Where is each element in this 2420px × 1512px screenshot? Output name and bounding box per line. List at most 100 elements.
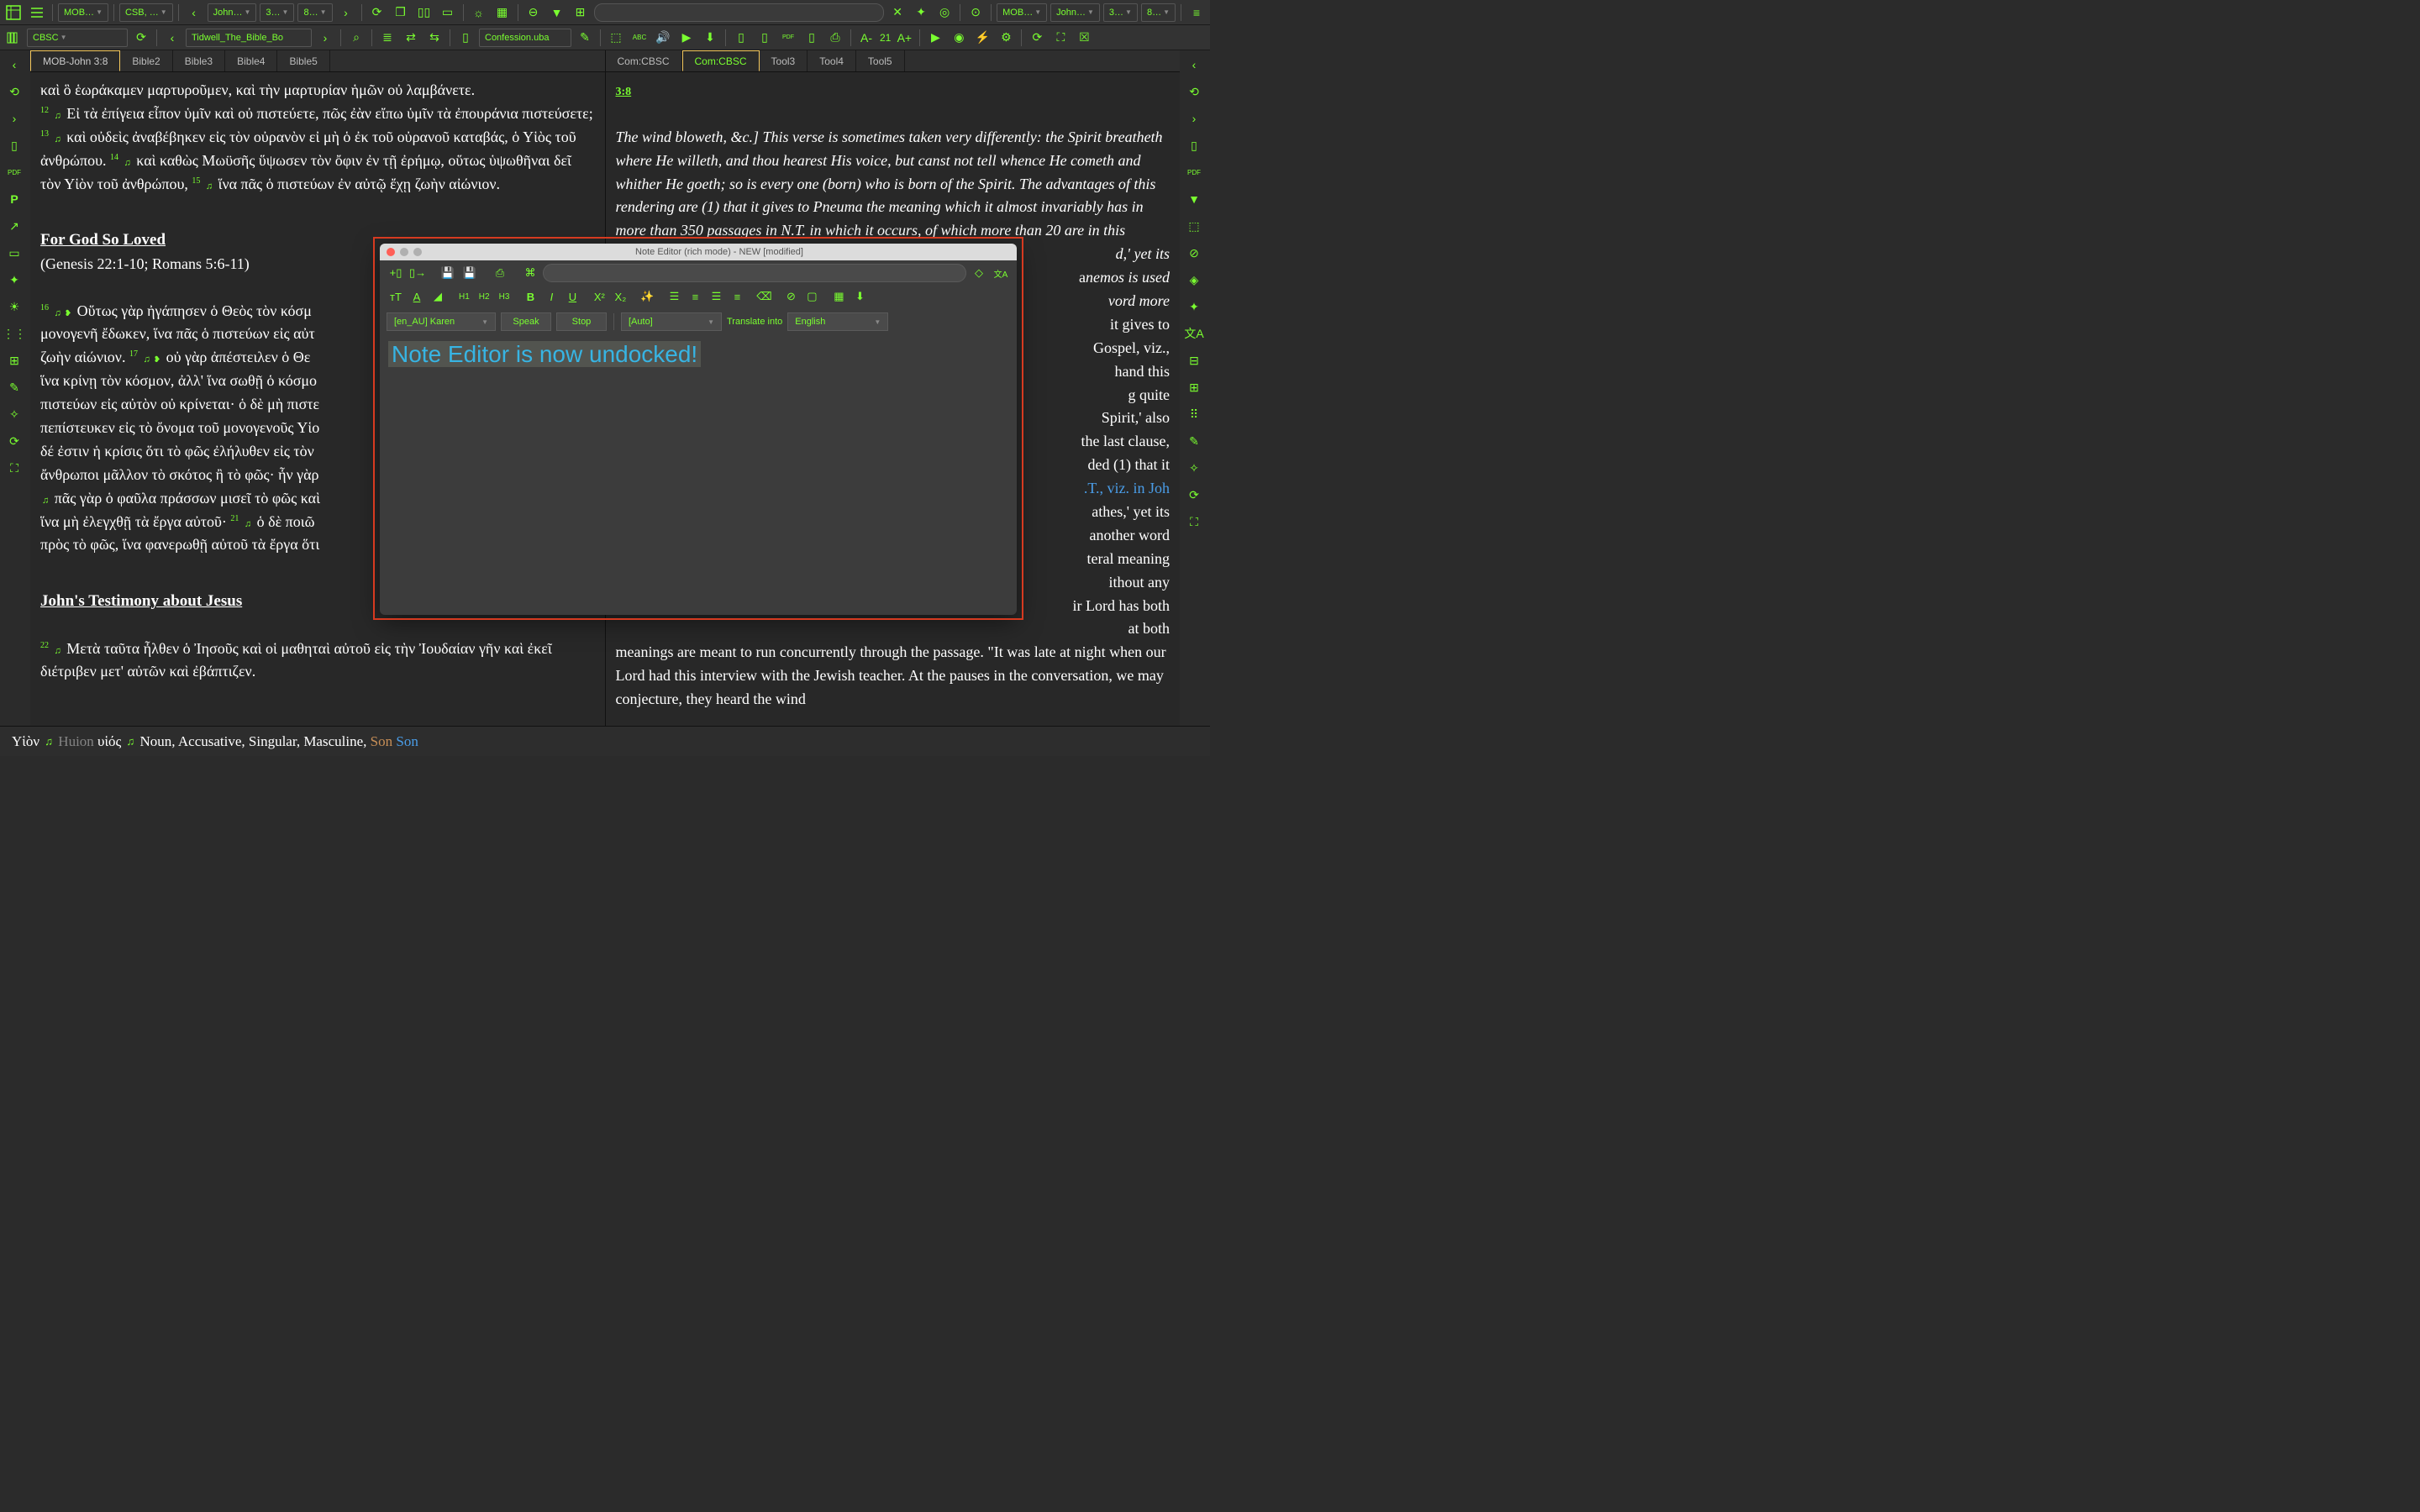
subscript-icon[interactable]: X₂ [611,287,629,306]
calendar-icon[interactable]: ▦ [492,3,513,23]
tab-bible2[interactable]: Bible2 [120,50,172,71]
tab-bible3[interactable]: Bible3 [173,50,225,71]
detect-lang-dropdown[interactable]: [Auto]▼ [621,312,722,331]
tab-bible4[interactable]: Bible4 [225,50,277,71]
exchange-icon[interactable]: ⇆ [424,28,445,48]
refresh-r-icon[interactable]: ⟳ [1181,482,1207,507]
prev-book-icon[interactable]: ‹ [162,28,182,48]
module-selector-2[interactable]: CSB, …▼ [119,3,173,22]
window-close-icon[interactable] [387,248,395,256]
brightness-icon[interactable]: ☼ [469,3,489,23]
bold-icon[interactable]: B [521,287,539,306]
speak-button[interactable]: Speak [501,312,551,331]
window-zoom-icon[interactable] [413,248,422,256]
refresh2-icon[interactable]: ⟳ [1027,28,1047,48]
translate-ne-icon[interactable]: 文A [992,264,1010,282]
forward-r-icon[interactable]: › [1181,106,1207,131]
prev-chapter-icon[interactable]: ‹ [184,3,204,23]
right-verse[interactable]: 8…▼ [1141,3,1176,22]
select-icon[interactable]: ⬚ [606,28,626,48]
align-right-icon[interactable]: ☰ [707,287,725,306]
sparkle-icon[interactable]: ✧ [2,402,27,427]
grid-r-icon[interactable]: ⊞ [1181,375,1207,400]
tab-tool4[interactable]: Tool4 [808,50,856,71]
slider-icon[interactable]: ⊟ [1181,348,1207,373]
h2-button[interactable]: H2 [476,290,493,304]
tab-tool3[interactable]: Tool3 [760,50,808,71]
tab-bible5[interactable]: Bible5 [277,50,329,71]
image-ne-icon[interactable]: ▢ [802,287,821,306]
wand2-icon[interactable]: ✦ [2,267,27,292]
tab-mob-john[interactable]: MOB-John 3:8 [30,50,120,71]
print-note-icon[interactable]: ⎙ [491,264,509,282]
file-name[interactable]: Confession.uba [479,29,571,47]
italic-icon[interactable]: I [542,287,560,306]
h3-button[interactable]: H3 [496,290,513,304]
tab-com-cbsc-1[interactable]: Com:CBSC [606,50,682,71]
align-justify-icon[interactable]: ≡ [728,287,746,306]
nav-chapter[interactable]: 3…▼ [260,3,294,22]
right-book[interactable]: John…▼ [1050,3,1100,22]
copy-icon[interactable]: ❐ [391,3,411,23]
font-color-icon[interactable]: A [408,287,426,306]
superscript-icon[interactable]: X² [590,287,608,306]
download-ne-icon[interactable]: ⬇ [850,287,869,306]
module-selector-1[interactable]: MOB…▼ [58,3,108,22]
nodes-icon[interactable]: ⋮⋮ [2,321,27,346]
collapse-left-icon[interactable]: ‹ [2,52,27,77]
align-left-icon[interactable]: ☰ [665,287,683,306]
pencil-icon[interactable]: ✎ [2,375,27,400]
close-icon[interactable]: ☒ [1074,28,1094,48]
save-as-icon[interactable]: 💾 [460,264,479,282]
settings-icon[interactable]: ⚙ [996,28,1016,48]
volume-icon[interactable]: 🔊 [653,28,673,48]
link-icon[interactable]: ⊘ [1181,240,1207,265]
stop-button[interactable]: Stop [556,312,607,331]
note-editor-body[interactable]: Note Editor is now undocked! [380,334,1017,615]
commentary-selector[interactable]: CBSC▼ [27,29,128,47]
transfer-icon[interactable]: ⇄ [401,28,421,48]
print-icon[interactable]: ⎙ [825,28,845,48]
open-note-icon[interactable]: ▯→ [408,264,427,282]
list-icon[interactable] [27,3,47,23]
font-smaller-icon[interactable]: A- [856,28,876,48]
tts-voice-dropdown[interactable]: [en_AU] Karen▼ [387,312,496,331]
flow-icon[interactable]: ⊞ [2,348,27,373]
full-icon[interactable]: ⛶ [2,455,27,480]
sun-icon[interactable]: ☀ [2,294,27,319]
diamond-icon[interactable]: ◈ [1181,267,1207,292]
insert-table-icon[interactable]: ▦ [829,287,848,306]
next-book-icon[interactable]: › [315,28,335,48]
text-size-icon[interactable]: тT [387,287,405,306]
wand-icon[interactable]: ✦ [911,3,931,23]
image-icon[interactable]: ▯ [802,28,822,48]
toggle-icon[interactable]: ⊙ [965,3,986,23]
parallel-icon[interactable]: P [2,186,27,212]
font-larger-icon[interactable]: A+ [894,28,914,48]
clear-search-icon[interactable]: ✕ [887,3,908,23]
full-r-icon[interactable]: ⛶ [1181,509,1207,534]
arrow-tool-icon[interactable]: ↗ [2,213,27,239]
note-search-input[interactable] [543,264,966,282]
align-center-icon[interactable]: ≡ [686,287,704,306]
maximize-icon[interactable]: ⛶ [1050,28,1071,48]
translate-icon[interactable]: 文A [1181,321,1207,346]
clear-format-icon[interactable]: ⌫ [755,287,773,306]
right-module[interactable]: MOB…▼ [997,3,1047,22]
tab-com-cbsc-2[interactable]: Com:CBSC [682,50,760,71]
lines-icon[interactable]: ≣ [377,28,397,48]
collapse-right-icon[interactable]: ‹ [1181,52,1207,77]
pdf-r-icon[interactable]: PDF [1181,160,1207,185]
play-icon[interactable]: ▶ [925,28,945,48]
refresh3-icon[interactable]: ⟳ [2,428,27,454]
h1-button[interactable]: H1 [455,290,473,304]
doc-icon[interactable]: ▯ [2,133,27,158]
nav-verse[interactable]: 8…▼ [297,3,332,22]
history-icon[interactable]: ⟲ [2,79,27,104]
star-icon[interactable]: ✦ [1181,294,1207,319]
zoom-out-icon[interactable]: ⊖ [523,3,544,23]
reload-icon[interactable]: ⟳ [131,28,151,48]
book-icon[interactable]: ▭ [438,3,458,23]
nav-book[interactable]: John…▼ [208,3,257,22]
underline-icon[interactable]: U [563,287,581,306]
